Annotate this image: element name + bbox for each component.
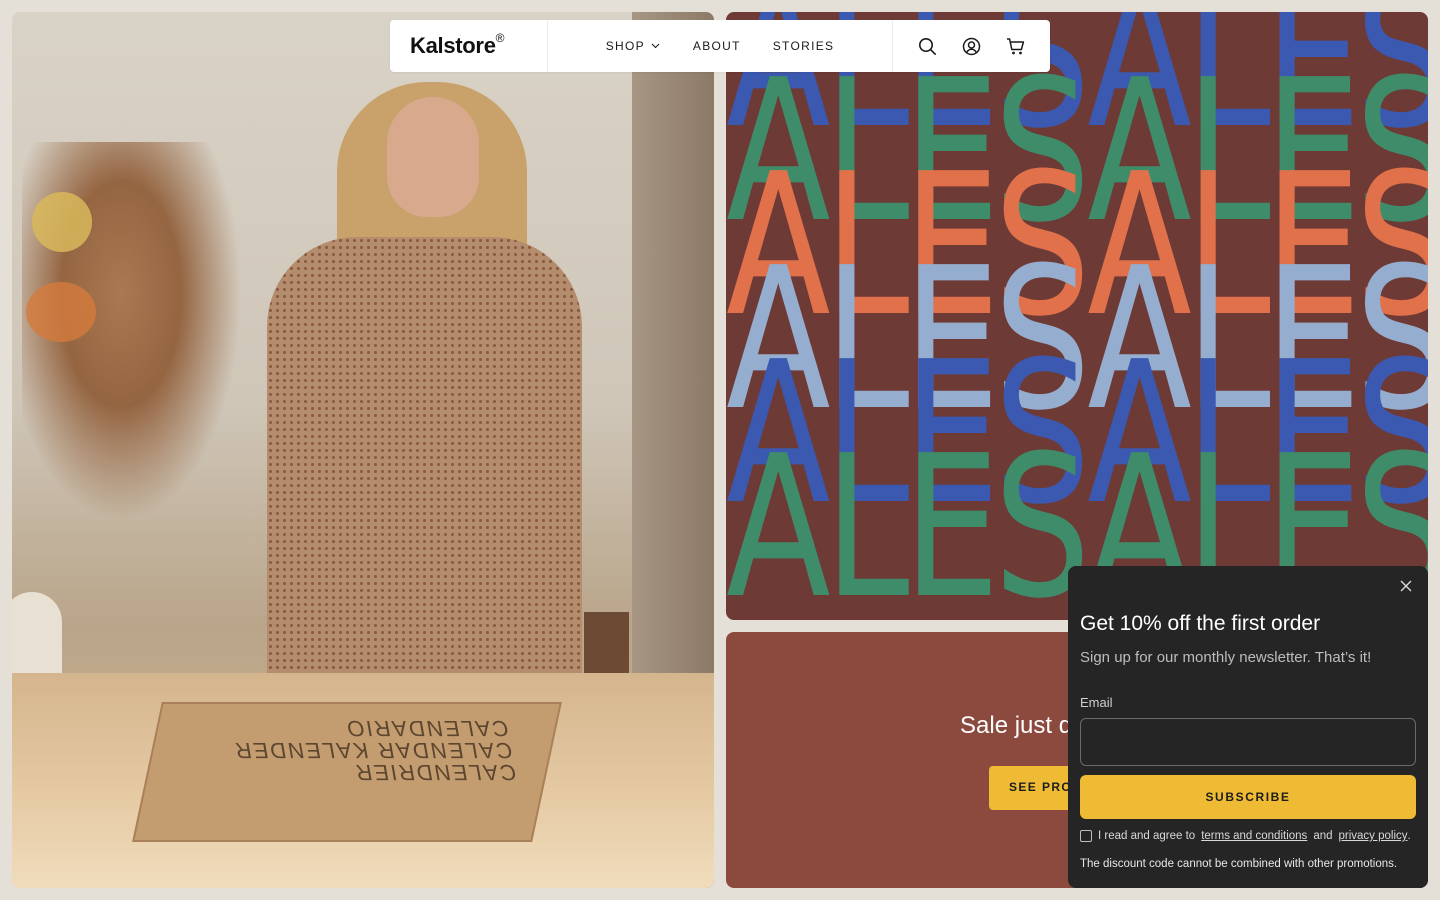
account-icon[interactable] xyxy=(962,36,982,56)
logo-cell: Kalstore® xyxy=(390,20,548,72)
nav-item-label: ABOUT xyxy=(692,39,741,53)
email-field[interactable] xyxy=(1080,718,1416,766)
promo-title: Sale just d xyxy=(960,712,1073,739)
popup-title: Get 10% off the first order xyxy=(1080,612,1321,635)
header-actions xyxy=(892,20,1050,72)
terms-link[interactable]: terms and conditions xyxy=(1201,830,1307,842)
nav-item-label: STORIES xyxy=(772,39,835,53)
hero-image: CALENDRIER CALENDAR KALENDER CALENDARIO xyxy=(12,12,714,888)
nav-item-shop[interactable]: SHOP xyxy=(606,39,661,53)
nav-item-stories[interactable]: STORIES xyxy=(773,39,835,53)
close-icon[interactable] xyxy=(1398,578,1414,594)
hero-person-face xyxy=(387,97,479,217)
main-nav: SHOP ABOUT STORIES xyxy=(548,20,892,72)
popup-subtitle: Sign up for our monthly newsletter. That… xyxy=(1080,649,1372,666)
registered-mark: ® xyxy=(495,31,505,45)
consent-prefix: I read and agree to xyxy=(1098,830,1196,842)
nav-item-about[interactable]: ABOUT xyxy=(693,39,741,53)
hero-flowers xyxy=(32,192,92,252)
subscribe-button[interactable]: SUBSCRIBE xyxy=(1080,775,1416,819)
consent-suffix: . xyxy=(1407,830,1411,842)
privacy-link[interactable]: privacy policy xyxy=(1339,830,1408,842)
consent-row: I read and agree to terms and conditions… xyxy=(1080,830,1411,842)
sale-banner[interactable]: ALESALESALESAL ALESALESALESAL ALESALESAL… xyxy=(726,12,1428,620)
cart-icon[interactable] xyxy=(1006,36,1026,56)
hero-orange-flowers xyxy=(26,282,96,342)
newsletter-popup: Get 10% off the first order Sign up for … xyxy=(1068,566,1428,888)
discount-disclaimer: The discount code cannot be combined wit… xyxy=(1080,858,1398,870)
search-icon[interactable] xyxy=(918,36,938,56)
site-logo[interactable]: Kalstore® xyxy=(410,31,505,59)
hero-box-text: CALENDRIER CALENDAR KALENDER CALENDARIO xyxy=(231,716,519,785)
nav-item-label: SHOP xyxy=(605,39,645,53)
consent-and: and xyxy=(1313,830,1333,842)
email-label: Email xyxy=(1080,695,1113,710)
chevron-down-icon xyxy=(651,41,661,51)
site-header: Kalstore® SHOP ABOUT STORIES xyxy=(390,20,1050,72)
consent-checkbox[interactable] xyxy=(1080,830,1092,842)
